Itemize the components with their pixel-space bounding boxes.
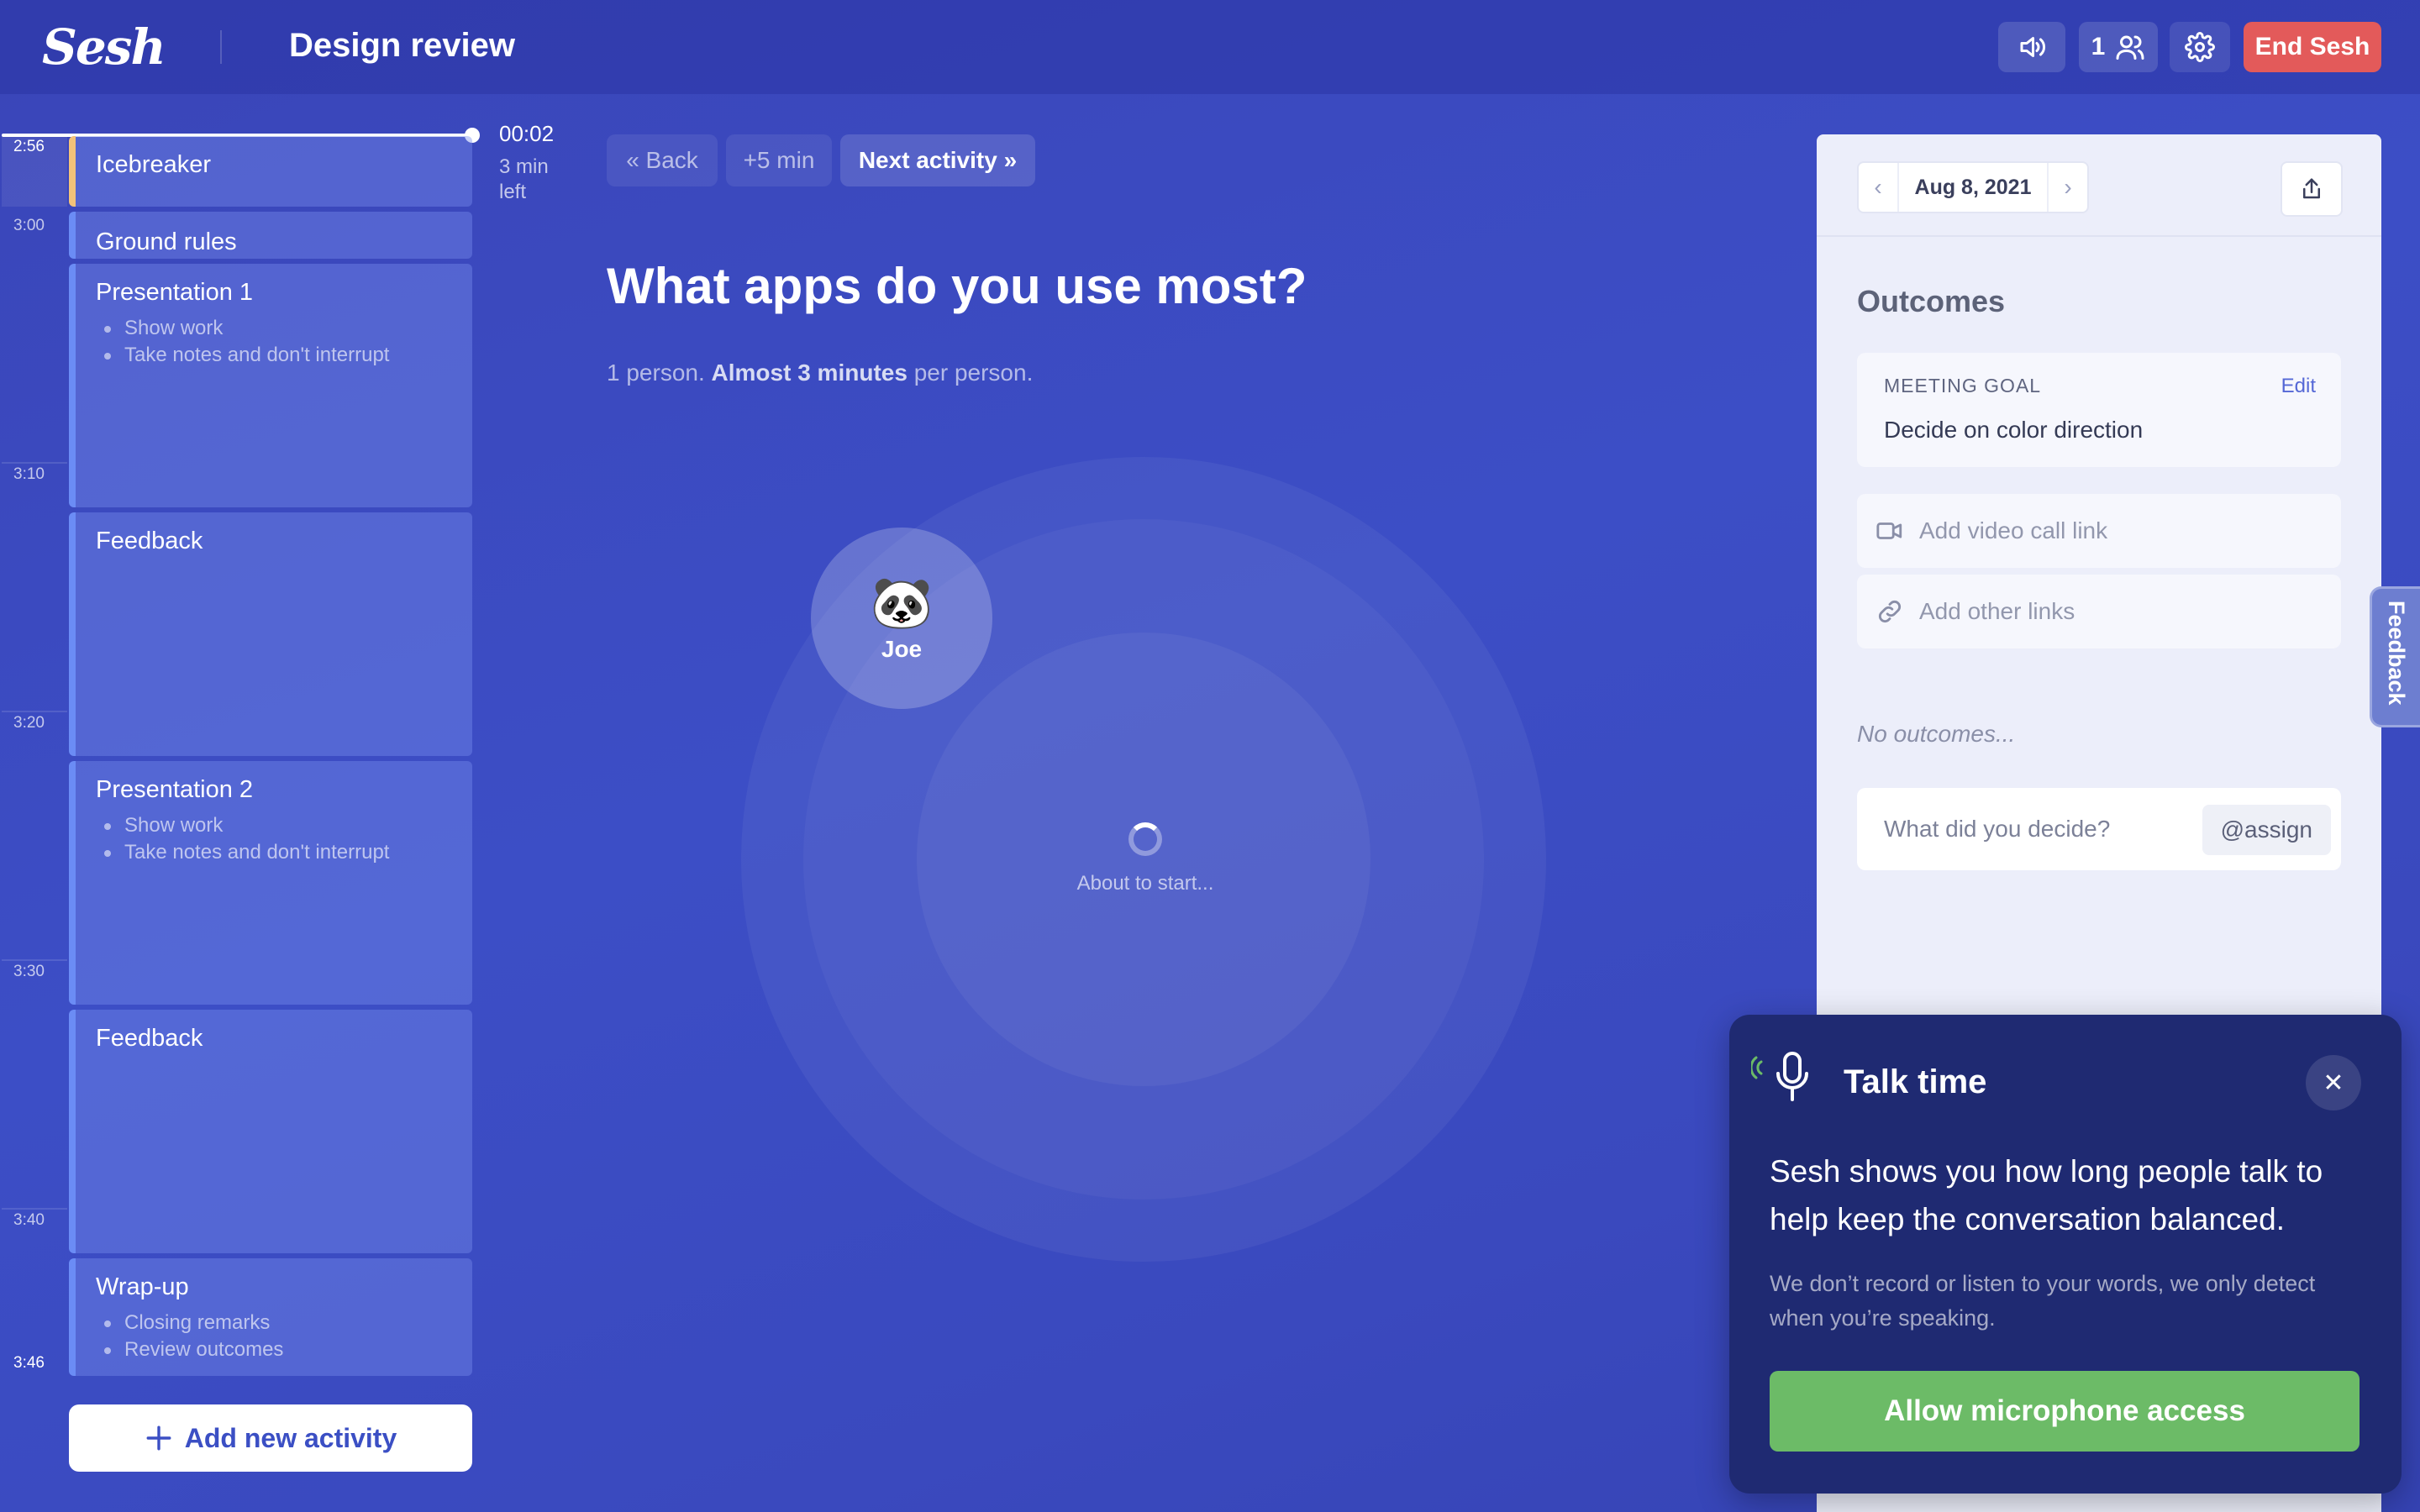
outcomes-heading: Outcomes xyxy=(1857,284,2006,318)
talk-time-title: Talk time xyxy=(1844,1063,1987,1100)
participant-bubble[interactable]: 🐼 Joe xyxy=(811,528,992,709)
participant-name: Joe xyxy=(881,636,923,662)
time-tick: 3:30 xyxy=(13,963,45,980)
activity-title: Feedback xyxy=(96,528,203,554)
top-bar: Sesh Design review 1 End Sesh xyxy=(0,0,2420,94)
people-icon xyxy=(2116,35,2144,60)
summary-time: Almost 3 minutes xyxy=(711,360,908,386)
meeting-goal-card: MEETING GOAL Edit Decide on color direct… xyxy=(1857,353,2341,467)
decision-placeholder: What did you decide? xyxy=(1884,816,2111,842)
activity-title: Ground rules xyxy=(96,228,237,255)
time-tick: 3:00 xyxy=(13,217,45,234)
time-tick-line xyxy=(2,462,67,464)
activity-card-feedback[interactable]: Feedback xyxy=(69,512,472,756)
other-links-field[interactable]: Add other links xyxy=(1857,575,2341,648)
activity-summary: 1 person. Almost 3 minutes per person. xyxy=(607,360,1033,386)
decision-input[interactable]: What did you decide? @assign xyxy=(1857,788,2341,870)
plus-icon xyxy=(146,1425,171,1451)
meeting-date[interactable]: Aug 8, 2021 xyxy=(1897,163,2049,212)
time-tick-line xyxy=(2,959,67,961)
activity-note: Review outcomes xyxy=(96,1336,472,1363)
panel-header: ‹ Aug 8, 2021 › xyxy=(1817,134,2381,237)
back-button[interactable]: « Back xyxy=(607,134,718,186)
activity-card-presentation-2[interactable]: Presentation 2 Show work Take notes and … xyxy=(69,761,472,1005)
activity-notes: Closing remarks Review outcomes xyxy=(96,1310,472,1363)
add-activity-button[interactable]: Add new activity xyxy=(69,1404,472,1472)
status-text: About to start... xyxy=(1076,872,1214,895)
settings-button[interactable] xyxy=(2170,22,2230,72)
video-camera-icon xyxy=(1876,522,1902,539)
time-tick: 3:20 xyxy=(13,714,45,732)
end-sesh-button[interactable]: End Sesh xyxy=(2244,22,2381,72)
chevron-right-icon[interactable]: › xyxy=(2049,163,2087,212)
microphone-icon xyxy=(1751,1052,1808,1101)
sound-button[interactable] xyxy=(1998,22,2065,72)
feedback-tab[interactable]: Feedback xyxy=(2370,586,2420,727)
loading-spinner-icon xyxy=(1128,822,1162,856)
time-tick: 3:10 xyxy=(13,465,45,483)
share-button[interactable] xyxy=(2281,161,2343,217)
summary-suffix: per person. xyxy=(913,360,1034,386)
activity-notes: Show work Take notes and don't interrupt xyxy=(96,315,472,369)
date-navigator: ‹ Aug 8, 2021 › xyxy=(1857,161,2089,213)
panda-avatar: 🐼 xyxy=(870,575,934,631)
talk-ring-inner xyxy=(917,633,1370,1086)
meeting-goal-text: Decide on color direction xyxy=(1884,417,2144,443)
activity-title: Icebreaker xyxy=(96,151,212,178)
time-tick: 3:40 xyxy=(13,1211,45,1229)
activity-title: Presentation 2 xyxy=(96,776,254,803)
activity-note: Show work xyxy=(96,812,472,839)
assign-button[interactable]: @assign xyxy=(2202,805,2331,855)
time-tick-line xyxy=(2,1208,67,1210)
activity-question: What apps do you use most? xyxy=(607,258,1307,314)
gear-icon xyxy=(2185,32,2215,62)
video-call-placeholder: Add video call link xyxy=(1919,517,2108,543)
current-time-label: 2:56 xyxy=(13,138,45,155)
allow-microphone-button[interactable]: Allow microphone access xyxy=(1770,1371,2360,1452)
activity-card-ground-rules[interactable]: Ground rules xyxy=(69,212,472,259)
empty-outcomes-text: No outcomes... xyxy=(1857,721,2016,747)
activity-card-icebreaker[interactable]: Icebreaker xyxy=(69,136,472,207)
close-icon[interactable]: ✕ xyxy=(2306,1055,2361,1110)
activity-note: Show work xyxy=(96,315,472,342)
activity-card-wrap-up[interactable]: Wrap-up Closing remarks Review outcomes xyxy=(69,1258,472,1376)
talk-time-description: Sesh shows you how long people talk to h… xyxy=(1770,1154,2323,1236)
feedback-tab-label: Feedback xyxy=(2384,601,2409,706)
chevron-left-icon[interactable]: ‹ xyxy=(1859,163,1897,212)
topbar-divider xyxy=(220,30,222,64)
video-call-link-field[interactable]: Add video call link xyxy=(1857,494,2341,568)
end-time-label: 3:46 xyxy=(13,1354,45,1372)
participants-button[interactable]: 1 xyxy=(2079,22,2158,72)
talk-time-privacy-note: We don’t record or listen to your words,… xyxy=(1770,1271,2316,1331)
talk-time-popup: Talk time ✕ Sesh shows you how long peop… xyxy=(1729,1015,2402,1494)
activity-card-feedback[interactable]: Feedback xyxy=(69,1010,472,1253)
add-activity-label: Add new activity xyxy=(184,1422,397,1453)
add-5-min-button[interactable]: +5 min xyxy=(726,134,832,186)
elapsed-timer: 00:02 xyxy=(499,121,555,146)
meeting-goal-label: MEETING GOAL xyxy=(1884,375,2042,396)
summary-count: 1 person. xyxy=(607,360,705,386)
activity-title: Wrap-up xyxy=(96,1273,189,1300)
activity-note: Closing remarks xyxy=(96,1310,472,1336)
share-icon xyxy=(2303,178,2320,199)
page-title: Design review xyxy=(289,27,516,64)
time-remaining: 3 min left xyxy=(499,155,549,203)
next-activity-button[interactable]: Next activity » xyxy=(840,134,1035,186)
link-icon xyxy=(1878,600,1902,623)
speaker-icon xyxy=(2020,37,2046,57)
activity-notes: Show work Take notes and don't interrupt xyxy=(96,812,472,866)
activity-note: Take notes and don't interrupt xyxy=(96,342,472,369)
activity-title: Feedback xyxy=(96,1025,203,1052)
time-tick-line xyxy=(2,711,67,712)
activity-title: Presentation 1 xyxy=(96,279,254,306)
participant-count: 1 xyxy=(2091,33,2106,60)
edit-goal-link[interactable]: Edit xyxy=(2281,375,2316,398)
activity-card-presentation-1[interactable]: Presentation 1 Show work Take notes and … xyxy=(69,264,472,507)
other-links-placeholder: Add other links xyxy=(1919,598,2075,624)
sesh-logo[interactable]: Sesh xyxy=(42,18,166,76)
activity-note: Take notes and don't interrupt xyxy=(96,839,472,866)
